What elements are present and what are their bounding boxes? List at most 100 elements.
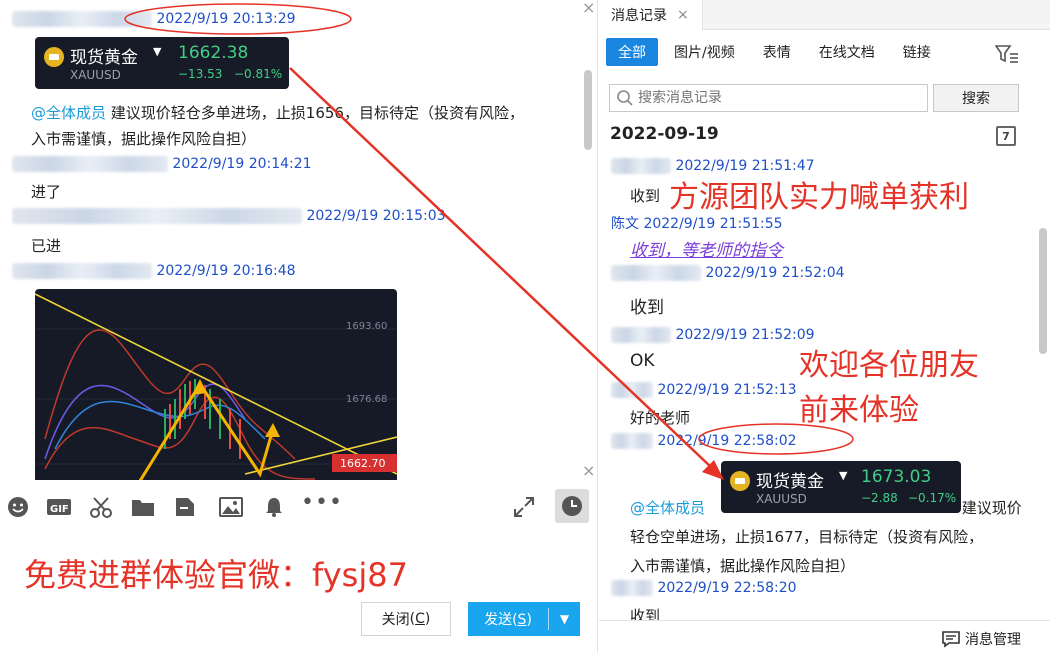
message-text: 收到: [630, 298, 664, 318]
axis-tick-label: 1693.60: [346, 321, 387, 332]
message-line: 轻仓空单进场，止损1677，目标待定（投资有风险，: [630, 528, 984, 546]
close-shortcut-key: C: [415, 611, 425, 627]
candlestick-chart-graphic: 1693.60 1676.68 1662.70: [35, 293, 397, 480]
calendar-icon[interactable]: 7: [996, 126, 1016, 146]
history-message-header: 2022/9/19 21:52:04: [611, 265, 845, 281]
filter-online-docs[interactable]: 在线文档: [807, 38, 887, 66]
message-history-panel: 消息记录 × 全部 图片/视频 表情 在线文档 链接 搜索 2022-09-19…: [599, 0, 1050, 653]
svg-text:GIF: GIF: [50, 504, 69, 515]
filter-links[interactable]: 链接: [891, 38, 943, 66]
message-line: 建议现价: [961, 499, 1022, 517]
message-time: 2022/9/19 21:52:13: [657, 382, 797, 398]
clock-icon: [562, 496, 582, 516]
history-tab-bar: 消息记录 ×: [599, 0, 1050, 30]
sender-name-redacted: [611, 265, 701, 281]
sender-name-redacted: [611, 327, 671, 343]
tab-message-history[interactable]: 消息记录 ×: [599, 0, 703, 30]
more-icon[interactable]: •••: [301, 492, 343, 514]
send-button[interactable]: 发送(S) ▼: [468, 602, 580, 636]
image-icon[interactable]: [219, 496, 243, 518]
bell-icon[interactable]: [263, 496, 285, 518]
mention-all[interactable]: @全体成员: [630, 499, 705, 517]
sender-name-redacted: [611, 382, 653, 398]
filter-media[interactable]: 图片/视频: [662, 38, 747, 66]
sender-name: 陈文: [611, 216, 639, 232]
close-button[interactable]: 关闭(C): [361, 602, 451, 636]
message-time: 2022/9/19 20:15:03: [306, 208, 446, 224]
quote-name: 现货黄金: [70, 48, 138, 68]
history-scrollbar[interactable]: [1039, 228, 1047, 354]
message-text[interactable]: 收到，等老师的指令: [630, 236, 783, 261]
gif-icon[interactable]: GIF: [46, 496, 72, 518]
message-time: 2022/9/19 22:58:20: [657, 580, 797, 596]
chevron-down-icon[interactable]: ▼: [549, 612, 580, 626]
history-message-header: 2022/9/19 21:52:09: [611, 327, 815, 343]
gold-quote-card[interactable]: 现货黄金 ▼ XAUUSD 1673.03 −2.88 −0.17%: [721, 461, 961, 513]
history-footer: 消息管理: [599, 620, 1050, 653]
expand-icon[interactable]: [513, 496, 535, 518]
message-text: @全体成员 建议现价轻仓多单进场，止损1656，目标待定（投资有风险， 入市需谨…: [31, 100, 581, 152]
send-button-label-wrap: 发送(S): [484, 612, 532, 628]
filter-funnel-icon[interactable]: [995, 44, 1019, 64]
message-header: 2022/9/19 20:15:03: [12, 208, 446, 224]
message-time: 2022/9/19 21:52:09: [675, 327, 815, 343]
folder-icon[interactable]: [131, 496, 155, 518]
sender-name-redacted: [611, 580, 653, 596]
gold-coin-icon: [44, 47, 64, 67]
close-icon[interactable]: ×: [677, 7, 689, 23]
send-shortcut-key: S: [517, 612, 527, 628]
emoji-icon[interactable]: [7, 496, 29, 518]
document-icon[interactable]: [174, 496, 196, 518]
history-search-field[interactable]: [609, 84, 928, 112]
search-input[interactable]: [638, 88, 918, 108]
message-header: 2022/9/19 20:14:21: [12, 156, 312, 172]
history-filter-bar: 全部 图片/视频 表情 在线文档 链接: [606, 38, 947, 66]
message-time: 2022/9/19 21:51:55: [643, 216, 783, 232]
chart-screenshot-image[interactable]: 1693.60 1676.68 1662.70: [35, 289, 397, 480]
close-icon[interactable]: ×: [582, 0, 595, 17]
promo-overlay-text: 免费进群体验官微：fysj87: [24, 556, 408, 594]
message-text: 进了: [31, 183, 62, 201]
message-time: 2022/9/19 20:14:21: [172, 156, 312, 172]
promo-overlay-text: 欢迎各位朋友: [799, 348, 979, 383]
sender-name-redacted: [12, 263, 152, 279]
chat-panel: 2022/9/19 20:13:29 现货黄金 ▼ XAUUSD 1662.38…: [0, 0, 598, 653]
tab-title: 消息记录: [611, 8, 667, 24]
quote-price: 1673.03: [861, 467, 932, 487]
caret-down-icon: ▼: [839, 469, 848, 482]
message-line: 建议现价轻仓多单进场，止损1656，目标待定（投资有风险，: [110, 104, 524, 122]
filter-emoji[interactable]: 表情: [751, 38, 803, 66]
date-header: 2022-09-19: [610, 124, 719, 144]
scissors-icon[interactable]: [89, 496, 113, 518]
sender-name-redacted: [12, 208, 302, 224]
message-text: 收到: [630, 607, 661, 620]
message-time: 2022/9/19 20:13:29: [156, 11, 296, 27]
input-toolbar: GIF •••: [0, 482, 598, 530]
close-icon[interactable]: ×: [582, 461, 595, 480]
quote-symbol: XAUUSD: [70, 68, 121, 82]
send-button-label: 发送: [484, 612, 513, 628]
history-message-header: 2022/9/19 22:58:02: [611, 433, 797, 449]
gold-quote-card[interactable]: 现货黄金 ▼ XAUUSD 1662.38 −13.53 −0.81%: [35, 37, 289, 89]
message-header: 2022/9/19 20:16:48: [12, 263, 296, 279]
history-message-header: 2022/9/19 22:58:20: [611, 580, 797, 596]
chat-message-area: 2022/9/19 20:13:29 现货黄金 ▼ XAUUSD 1662.38…: [0, 0, 582, 480]
history-toggle-button[interactable]: [555, 489, 589, 523]
promo-overlay-text: 方源团队实力喊单获利: [669, 180, 969, 215]
quote-name: 现货黄金: [756, 472, 824, 492]
message-header: 2022/9/19 20:13:29: [12, 11, 296, 27]
quote-change: −13.53: [178, 67, 223, 81]
message-time: 2022/9/19 20:16:48: [156, 263, 296, 279]
promo-overlay-text: 前来体验: [799, 393, 919, 428]
message-line: 入市需谨慎，据此操作风险自担）: [630, 557, 856, 575]
axis-tick-label: 1676.68: [346, 394, 387, 405]
quote-change: −2.88: [861, 491, 898, 505]
mention-all[interactable]: @全体成员: [31, 104, 106, 122]
price-tag-label: 1662.70: [340, 457, 386, 470]
gold-coin-icon: [730, 471, 750, 491]
chat-scrollbar[interactable]: [584, 70, 592, 150]
message-manage-button[interactable]: 消息管理: [941, 629, 1021, 649]
caret-down-icon: ▼: [153, 45, 162, 58]
search-button[interactable]: 搜索: [933, 84, 1019, 112]
filter-all[interactable]: 全部: [606, 38, 658, 66]
